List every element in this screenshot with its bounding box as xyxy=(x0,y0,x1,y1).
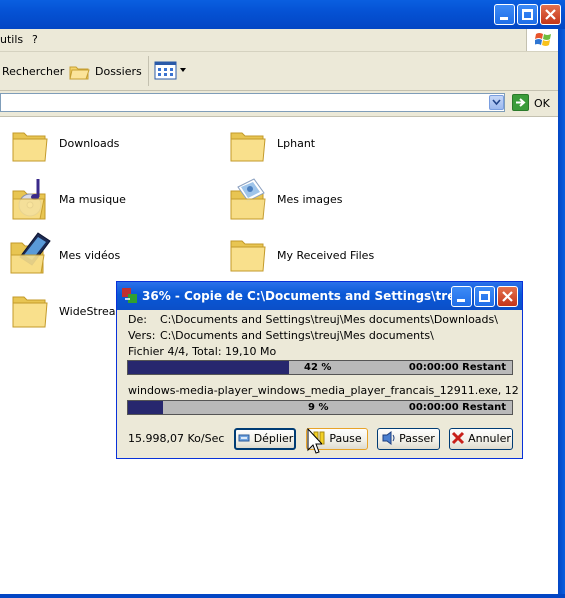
minimize-icon xyxy=(457,299,465,302)
folders-icon xyxy=(69,66,90,80)
mouse-cursor-icon xyxy=(307,428,322,454)
folders-button[interactable]: Dossiers xyxy=(68,60,142,82)
item-label: Downloads xyxy=(59,137,120,150)
from-path: C:\Documents and Settings\treuj\Mes docu… xyxy=(160,313,498,326)
search-button[interactable]: Rechercher xyxy=(2,65,64,78)
to-label: Vers: xyxy=(128,329,156,342)
windows-flag-icon xyxy=(535,33,551,46)
views-button[interactable] xyxy=(154,61,188,81)
item-label: WideStream xyxy=(59,305,115,318)
cancel-label: Annuler xyxy=(468,432,511,445)
item-label: Lphant xyxy=(277,137,316,150)
cancel-icon xyxy=(452,431,465,445)
windows-logo xyxy=(526,29,559,51)
dialog-close-button[interactable] xyxy=(497,286,518,307)
pictures-folder-icon xyxy=(230,178,266,220)
folder-icon xyxy=(230,132,266,162)
toolbar-separator xyxy=(148,56,149,86)
folder-item-widestream[interactable]: WideStream xyxy=(10,289,115,337)
to-path: C:\Documents and Settings\treuj\Mes docu… xyxy=(160,329,434,342)
go-label: OK xyxy=(534,97,550,110)
toolbar: Rechercher Dossiers xyxy=(0,52,565,91)
pause-label: Pause xyxy=(329,432,362,445)
folder-item-mes-videos[interactable]: Mes vidéos xyxy=(8,231,168,279)
from-label: De: xyxy=(128,313,147,326)
address-input[interactable] xyxy=(0,93,505,112)
close-button[interactable] xyxy=(540,4,561,25)
address-dropdown-button[interactable] xyxy=(489,95,504,110)
minimize-icon xyxy=(500,17,508,20)
total-progress-percent: 42 % xyxy=(304,362,332,373)
views-icon xyxy=(154,61,177,80)
file-progress-remaining: 00:00:00 Restant xyxy=(408,402,506,413)
expand-icon xyxy=(238,434,250,442)
folder-icon xyxy=(230,240,266,272)
menu-tools[interactable]: utils xyxy=(0,33,23,46)
close-icon xyxy=(545,9,556,20)
folder-item-downloads[interactable]: Downloads xyxy=(10,125,170,173)
skip-label: Passer xyxy=(399,432,435,445)
file-info: Fichier 4/4, Total: 19,10 Mo xyxy=(128,345,277,358)
file-progress-percent: 9 % xyxy=(308,402,329,413)
maximize-icon xyxy=(479,291,490,302)
music-folder-icon xyxy=(12,179,46,220)
file-progress-fill xyxy=(128,401,163,414)
menu-help[interactable]: ? xyxy=(32,33,38,46)
current-file-name: windows-media-player_windows_media_playe… xyxy=(128,384,518,397)
total-progress-remaining: 00:00:00 Restant xyxy=(408,362,506,373)
copy-app-icon xyxy=(122,288,137,303)
chevron-down-icon xyxy=(180,68,186,72)
minimize-button[interactable] xyxy=(494,4,515,25)
item-label: Ma musique xyxy=(59,193,126,206)
folder-icon xyxy=(12,132,48,162)
folder-item-mes-images[interactable]: Mes images xyxy=(228,177,388,225)
total-progress-bar: 42 % 00:00:00 Restant xyxy=(127,360,513,375)
folder-icon xyxy=(12,296,48,328)
maximize-button[interactable] xyxy=(517,4,538,25)
dialog-title: 36% - Copie de C:\Documents and Settings… xyxy=(142,289,460,303)
dialog-title-bar: 36% - Copie de C:\Documents and Settings… xyxy=(117,282,522,310)
go-button[interactable]: OK xyxy=(510,93,560,113)
skip-icon xyxy=(382,431,395,445)
maximize-icon xyxy=(522,9,533,20)
transfer-speed: 15.998,07 Ko/Sec xyxy=(128,432,225,445)
file-progress-bar: 9 % 00:00:00 Restant xyxy=(127,400,513,415)
dialog-maximize-button[interactable] xyxy=(474,286,495,307)
total-progress-fill xyxy=(128,361,290,374)
close-icon xyxy=(502,291,513,302)
window-title-bar xyxy=(0,0,565,29)
cancel-button[interactable]: Annuler xyxy=(449,428,513,450)
folder-item-lphant[interactable]: Lphant xyxy=(228,125,388,173)
menu-bar: utils ? xyxy=(0,29,565,52)
expand-button[interactable]: Déplier xyxy=(234,428,296,450)
skip-button[interactable]: Passer xyxy=(377,428,440,450)
item-label: My Received Files xyxy=(277,249,375,262)
address-bar: OK xyxy=(0,91,565,117)
window-bottom-border xyxy=(0,594,565,598)
item-label: Mes vidéos xyxy=(59,249,121,262)
item-label: Mes images xyxy=(277,193,343,206)
window-right-border xyxy=(558,29,565,598)
chevron-down-icon xyxy=(492,99,501,106)
folder-item-ma-musique[interactable]: Ma musique xyxy=(10,177,170,225)
expand-label: Déplier xyxy=(253,432,294,445)
video-folder-icon xyxy=(10,232,51,274)
go-arrow-icon xyxy=(512,94,529,111)
dialog-minimize-button[interactable] xyxy=(451,286,472,307)
folder-item-my-received-files[interactable]: My Received Files xyxy=(228,233,388,281)
folders-label: Dossiers xyxy=(95,65,142,78)
